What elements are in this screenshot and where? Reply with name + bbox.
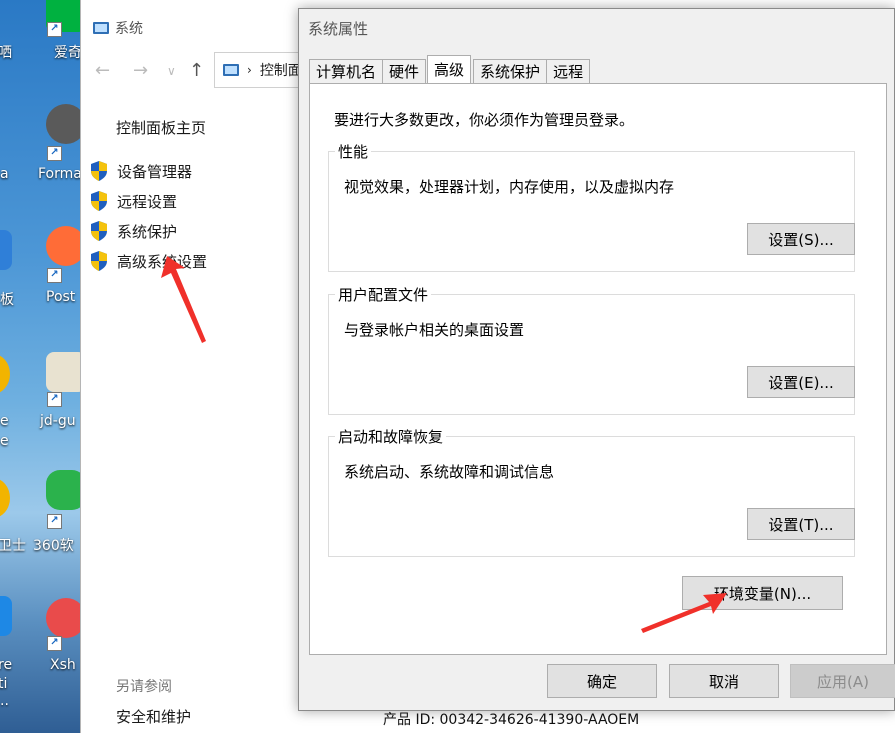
tab-advanced[interactable]: 高级 (427, 55, 472, 83)
shortcut-arrow-icon: ↗ (47, 392, 62, 407)
up-arrow-icon[interactable]: ↑ (189, 60, 204, 81)
group-title: 启动和故障恢复 (335, 426, 447, 447)
dialog-title: 系统属性 (308, 20, 369, 38)
product-id-text: 产品 ID: 00342-34626-41390-AAOEM (383, 712, 640, 728)
performance-settings-button[interactable]: 设置(S)... (747, 223, 855, 255)
address-bar[interactable]: › 控制面 (214, 52, 304, 88)
side-link-label: 远程设置 (117, 192, 178, 211)
startup-recovery-settings-button[interactable]: 设置(T)... (747, 508, 855, 540)
user-profiles-group: 用户配置文件 与登录帐户相关的桌面设置 设置(E)... (328, 284, 855, 415)
apply-button[interactable]: 应用(A) (790, 664, 895, 698)
desktop-edge-label: e (0, 433, 9, 449)
partial-app-icon[interactable] (0, 478, 10, 518)
shortcut-arrow-icon: ↗ (47, 146, 62, 161)
group-description: 与登录帐户相关的桌面设置 (344, 321, 525, 339)
tab-system-protection[interactable]: 系统保护 (473, 59, 548, 83)
desktop-edge-label: a (0, 166, 9, 182)
desktop-icon-label: Forma (38, 166, 82, 182)
performance-group: 性能 视觉效果，处理器计划，内存使用，以及虚拟内存 设置(S)... (328, 141, 855, 272)
desktop-icon-label: jd-gu (40, 413, 76, 429)
forward-arrow-icon[interactable]: → (133, 60, 148, 81)
shield-icon (91, 191, 107, 211)
desktop-edge-label: re (0, 657, 13, 673)
side-link-label: 系统保护 (117, 222, 178, 241)
ok-button[interactable]: 确定 (547, 664, 657, 698)
desktop-edge-label: ti (0, 676, 8, 692)
group-description: 系统启动、系统故障和调试信息 (344, 463, 555, 481)
user-profiles-settings-button[interactable]: 设置(E)... (747, 366, 855, 398)
shortcut-arrow-icon: ↗ (47, 22, 62, 37)
annotation-arrow (641, 593, 727, 633)
desktop-icon-label: 360软 (33, 538, 74, 554)
desktop-edge-label: .. (0, 693, 9, 709)
desktop-edge-label: e (0, 413, 9, 429)
control-panel-home-link[interactable]: 控制面板主页 (116, 117, 206, 138)
desktop-icon-label: 爱奇 (54, 45, 82, 61)
group-title: 用户配置文件 (335, 284, 432, 305)
annotation-arrow (161, 256, 206, 343)
advanced-tab-panel: 要进行大多数更改，你必须作为管理员登录。 性能 视觉效果，处理器计划，内存使用，… (309, 83, 887, 655)
tab-computer-name[interactable]: 计算机名 (309, 59, 384, 83)
chevron-right-icon: › (247, 63, 252, 77)
startup-recovery-group: 启动和故障恢复 系统启动、系统故障和调试信息 设置(T)... (328, 426, 855, 557)
see-also-heading: 另请参阅 (116, 679, 172, 695)
desktop-icon-label: Xsh (50, 657, 76, 673)
shield-icon (91, 251, 107, 271)
device-manager-link[interactable]: 设备管理器 (89, 160, 192, 182)
partial-app-icon[interactable] (0, 354, 10, 394)
desktop-icon-label: Post (46, 289, 76, 305)
desktop: ↗ 爱奇 ↗ Forma ↗ Post ↗ jd-gu ↗ 360软 ↗ Xsh… (0, 0, 86, 733)
system-window-title-text: 系统 (115, 21, 143, 37)
group-title: 性能 (335, 141, 372, 162)
shortcut-arrow-icon: ↗ (47, 268, 62, 283)
system-protection-link[interactable]: 系统保护 (89, 220, 177, 242)
desktop-edge-label: 卫士 (0, 538, 26, 554)
back-arrow-icon[interactable]: ← (95, 60, 110, 81)
partial-app-icon[interactable] (0, 596, 12, 636)
desktop-edge-label: 板 (0, 292, 14, 308)
tab-remote[interactable]: 远程 (546, 59, 591, 83)
admin-notice: 要进行大多数更改，你必须作为管理员登录。 (334, 111, 635, 129)
address-text: 控制面 (259, 63, 302, 79)
tab-hardware[interactable]: 硬件 (382, 59, 427, 83)
desktop-edge-label: 哂 (0, 45, 12, 61)
remote-settings-link[interactable]: 远程设置 (89, 190, 177, 212)
computer-icon (93, 22, 109, 34)
system-window-title: 系统 (93, 18, 143, 38)
security-maintenance-link[interactable]: 安全和维护 (116, 706, 191, 727)
shortcut-arrow-icon: ↗ (47, 636, 62, 651)
cancel-button[interactable]: 取消 (669, 664, 779, 698)
chevron-down-icon[interactable]: ∨ (167, 64, 176, 78)
system-properties-dialog: 系统属性 计算机名 硬件 高级 系统保护 远程 要进行大多数更改，你必须作为管理… (298, 8, 895, 711)
shield-icon (91, 161, 107, 181)
dialog-tabs: 计算机名 硬件 高级 系统保护 远程 (309, 55, 591, 83)
shield-icon (91, 221, 107, 241)
partial-app-icon[interactable] (0, 230, 12, 270)
shortcut-arrow-icon: ↗ (47, 514, 62, 529)
computer-icon (223, 64, 239, 76)
group-description: 视觉效果，处理器计划，内存使用，以及虚拟内存 (344, 178, 675, 196)
side-link-label: 设备管理器 (117, 162, 193, 181)
